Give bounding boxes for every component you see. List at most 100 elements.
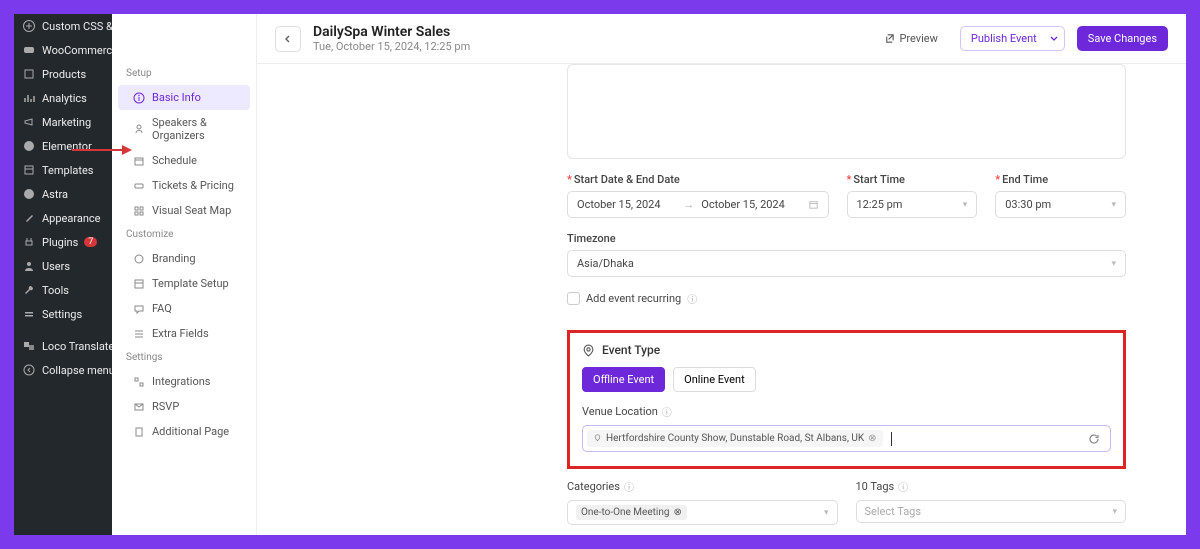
recurring-checkbox[interactable] <box>567 292 580 305</box>
refresh-icon[interactable] <box>1088 433 1100 445</box>
wp-item-label: Collapse menu <box>42 364 112 377</box>
sub-label: Visual Seat Map <box>152 204 231 217</box>
plugin-badge: 7 <box>84 237 97 247</box>
wp-item-label: WooCommerce <box>42 44 112 57</box>
end-time-value: 03:30 pm <box>1005 198 1051 211</box>
tab-online[interactable]: Online Event <box>673 367 756 392</box>
sub-label: Schedule <box>152 154 197 167</box>
group-setup: Setup <box>112 62 256 85</box>
chevron-down-icon: ▾ <box>1111 200 1116 210</box>
calendar-icon <box>132 154 145 167</box>
sub-branding[interactable]: Branding <box>118 246 250 271</box>
sub-schedule[interactable]: Schedule <box>118 148 250 173</box>
info-icon <box>132 91 145 104</box>
box-icon <box>22 67 36 81</box>
sub-label: FAQ <box>152 302 172 315</box>
chip-remove[interactable]: ⊗ <box>673 507 681 518</box>
sub-label: Extra Fields <box>152 327 209 340</box>
main-panel: DailySpa Winter Sales Tue, October 15, 2… <box>257 14 1186 535</box>
date-range-input[interactable]: October 15, 2024 → October 15, 2024 <box>567 191 829 218</box>
sub-extrafields[interactable]: Extra Fields <box>118 321 250 346</box>
help-icon[interactable]: ⓘ <box>898 479 908 494</box>
end-date: October 15, 2024 <box>701 198 800 211</box>
tab-offline[interactable]: Offline Event <box>582 367 665 392</box>
wrench-icon <box>22 283 36 297</box>
sub-template[interactable]: Template Setup <box>118 271 250 296</box>
help-icon[interactable]: ⓘ <box>687 291 697 306</box>
start-time-label: *Start Time <box>847 173 978 186</box>
woo-icon <box>22 43 36 57</box>
sub-speakers[interactable]: Speakers & Organizers <box>118 110 250 148</box>
wp-item-templates[interactable]: Templates <box>14 158 112 182</box>
user-icon <box>22 259 36 273</box>
wp-item-elementor[interactable]: Elementor <box>14 134 112 158</box>
timezone-select[interactable]: Asia/Dhaka▾ <box>567 250 1126 277</box>
recurring-label: Add event recurring <box>586 292 681 305</box>
brush-icon <box>22 211 36 225</box>
publish-dropdown[interactable] <box>1044 26 1065 51</box>
template-icon <box>132 277 145 290</box>
page-subtitle: Tue, October 15, 2024, 12:25 pm <box>313 40 862 53</box>
recurring-row[interactable]: Add event recurring ⓘ <box>567 291 1126 306</box>
venue-chip: Hertfordshire County Show, Dunstable Roa… <box>587 430 883 447</box>
help-icon[interactable]: ⓘ <box>624 479 634 494</box>
wp-item-label: Settings <box>42 308 82 321</box>
wp-item-marketing[interactable]: Marketing <box>14 110 112 134</box>
seat-icon <box>132 204 145 217</box>
wp-item-label: Tools <box>42 284 69 297</box>
chevron-down-icon: ▾ <box>1111 259 1116 269</box>
rsvp-icon <box>132 400 145 413</box>
chip-remove[interactable]: ⊗ <box>868 433 876 444</box>
wp-item-appearance[interactable]: Appearance <box>14 206 112 230</box>
wp-item-custom-css[interactable]: Custom CSS & JS <box>14 14 112 38</box>
categories-select[interactable]: One-to-One Meeting⊗ ▾ <box>567 500 838 525</box>
sub-label: Template Setup <box>152 277 229 290</box>
wp-item-label: Astra <box>42 188 68 201</box>
description-box[interactable] <box>567 64 1126 159</box>
date-separator: → <box>683 198 694 211</box>
help-icon[interactable]: ⓘ <box>662 404 672 419</box>
save-label: Save Changes <box>1088 32 1157 45</box>
sub-label: Basic Info <box>152 91 201 104</box>
wp-item-products[interactable]: Products <box>14 62 112 86</box>
wp-item-settings[interactable]: Settings <box>14 302 112 326</box>
plus-icon <box>22 19 36 33</box>
start-time-select[interactable]: 12:25 pm▾ <box>847 191 978 218</box>
wp-item-loco[interactable]: Loco Translate <box>14 334 112 358</box>
elementor-icon <box>22 139 36 153</box>
gear-icon <box>22 307 36 321</box>
wp-item-analytics[interactable]: Analytics <box>14 86 112 110</box>
tags-label: 10 Tagsⓘ <box>856 479 1127 494</box>
sub-faq[interactable]: FAQ <box>118 296 250 321</box>
venue-input[interactable]: Hertfordshire County Show, Dunstable Roa… <box>582 425 1111 452</box>
calendar-icon <box>808 199 819 210</box>
sub-seatmap[interactable]: Visual Seat Map <box>118 198 250 223</box>
wp-item-users[interactable]: Users <box>14 254 112 278</box>
text-cursor <box>891 432 892 446</box>
wp-item-woocommerce[interactable]: WooCommerce <box>14 38 112 62</box>
save-button[interactable]: Save Changes <box>1077 26 1168 51</box>
fields-icon <box>132 327 145 340</box>
wp-item-collapse[interactable]: Collapse menu <box>14 358 112 382</box>
sub-basic-info[interactable]: Basic Info <box>118 85 250 110</box>
wp-item-label: Products <box>42 68 86 81</box>
wp-item-plugins[interactable]: Plugins7 <box>14 230 112 254</box>
wp-item-label: Analytics <box>42 92 87 105</box>
end-time-select[interactable]: 03:30 pm ▾ <box>995 191 1126 218</box>
wp-item-tools[interactable]: Tools <box>14 278 112 302</box>
sub-additional[interactable]: Additional Page <box>118 419 250 444</box>
pin-icon <box>593 434 602 443</box>
start-date: October 15, 2024 <box>577 198 676 211</box>
sub-integrations[interactable]: Integrations <box>118 369 250 394</box>
publish-button[interactable]: Publish Event <box>960 26 1048 51</box>
page-title: DailySpa Winter Sales <box>313 24 862 40</box>
sub-tickets[interactable]: Tickets & Pricing <box>118 173 250 198</box>
sub-rsvp[interactable]: RSVP <box>118 394 250 419</box>
wp-item-astra[interactable]: Astra <box>14 182 112 206</box>
back-button[interactable] <box>275 26 301 52</box>
tags-select[interactable]: Select Tags ▾ <box>856 500 1127 523</box>
chevron-down-icon: ▾ <box>1112 507 1117 517</box>
collapse-icon <box>22 363 36 377</box>
faq-icon <box>132 302 145 315</box>
preview-button[interactable]: Preview <box>874 27 947 50</box>
